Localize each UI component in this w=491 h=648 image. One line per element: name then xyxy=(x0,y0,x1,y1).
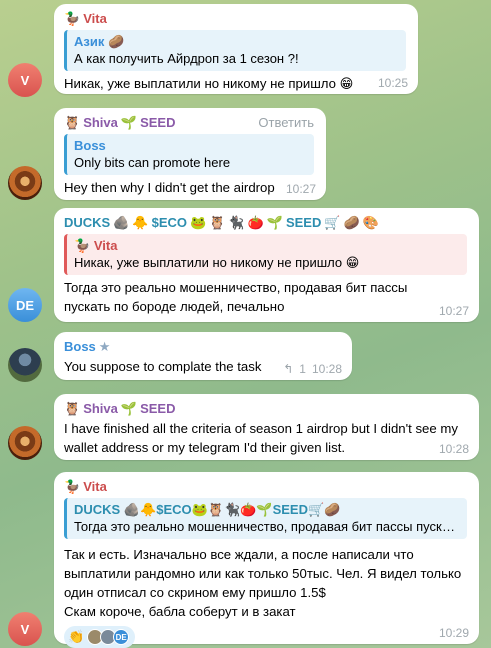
star-icon: ★ xyxy=(98,339,111,354)
rock-icon: 🪨 xyxy=(113,215,130,230)
reaction-avatar: DE xyxy=(113,629,130,645)
reaction-button[interactable]: 👏 DE xyxy=(64,626,136,648)
message-time: 10:28 xyxy=(311,362,342,376)
potato-icon: 🥔 xyxy=(324,502,341,517)
message-time: 10:29 xyxy=(438,626,469,640)
message-bubble[interactable]: Boss ★ You suppose to complate the task … xyxy=(54,332,352,380)
duck-icon: 🦆 xyxy=(64,11,81,26)
chick-icon: 🐥 xyxy=(132,215,149,230)
quote-author: DUCKS 🪨🐥$ECO🐸🦉🐈‍⬛🍅🌱SEED🛒🥔 xyxy=(74,502,341,517)
avatar[interactable] xyxy=(8,348,42,382)
message-bubble[interactable]: DUCKS 🪨 🐥 $ECO 🐸 🦉 🐈‍⬛ 🍅 🌱 SEED 🛒 🥔 🎨 🦆 … xyxy=(54,208,479,322)
owl-icon: 🦉 xyxy=(209,215,226,230)
message-text: Так и есть. Изначально все ждали, а посл… xyxy=(64,547,462,619)
sender-name[interactable]: 🦆 Vita xyxy=(64,478,467,495)
quote-author: Азик 🥔 xyxy=(74,34,125,49)
message-bubble[interactable]: 🦉 Shiva 🌱 SEED Ответить Boss Only bits c… xyxy=(54,108,326,200)
quote-text: Only bits can promote here xyxy=(74,155,231,170)
seedling-icon: 🌱 xyxy=(120,115,138,130)
cart-icon: 🛒 xyxy=(307,502,325,517)
reactions: 👏 DE xyxy=(64,626,467,648)
quote-text: А как получить Айрдроп за 1 сезон ?! xyxy=(74,51,299,66)
quote-text: Никак, уже выплатили но никому не пришло… xyxy=(74,255,360,270)
avatar[interactable]: V xyxy=(8,63,42,97)
cat-icon: 🐈‍⬛ xyxy=(224,502,241,517)
seedling-icon: 🌱 xyxy=(266,215,283,230)
seedling-icon: 🌱 xyxy=(256,502,273,517)
palette-icon: 🎨 xyxy=(362,215,379,230)
owl-icon: 🦉 xyxy=(207,502,225,517)
quote-text: Тогда это реально мошенничество, продава… xyxy=(74,519,459,534)
clap-icon: 👏 xyxy=(68,629,85,644)
quote-author: Boss xyxy=(74,138,106,153)
sender-name[interactable]: 🦆 Vita xyxy=(64,10,406,27)
tomato-icon: 🍅 xyxy=(240,502,257,517)
avatar[interactable] xyxy=(8,166,42,200)
owl-icon: 🦉 xyxy=(64,401,81,416)
seedling-icon: 🌱 xyxy=(120,401,138,416)
rock-icon: 🪨 xyxy=(123,502,141,517)
cart-icon: 🛒 xyxy=(324,215,341,230)
message-time: 10:27 xyxy=(438,304,469,318)
tomato-icon: 🍅 xyxy=(247,215,264,230)
reply-quote[interactable]: 🦆 Vita Никак, уже выплатили но никому не… xyxy=(64,234,467,275)
message-time: 10:25 xyxy=(377,76,408,90)
sender-name[interactable]: Boss ★ xyxy=(64,338,340,355)
frog-icon: 🐸 xyxy=(190,215,207,230)
message-text: I have finished all the criteria of seas… xyxy=(64,421,458,455)
avatar[interactable] xyxy=(8,426,42,460)
message-meta: ↰ 1 10:28 xyxy=(283,362,342,376)
avatar[interactable]: DE xyxy=(8,288,42,322)
message-bubble[interactable]: 🦆 Vita Азик 🥔 А как получить Айрдроп за … xyxy=(54,4,418,94)
message-time: 10:28 xyxy=(438,442,469,456)
message-time: 10:27 xyxy=(285,182,316,196)
owl-icon: 🦉 xyxy=(64,115,81,130)
potato-icon: 🥔 xyxy=(343,215,360,230)
message-bubble[interactable]: 🦆 Vita DUCKS 🪨🐥$ECO🐸🦉🐈‍⬛🍅🌱SEED🛒🥔 Тогда э… xyxy=(54,472,479,648)
reply-button[interactable]: Ответить xyxy=(258,115,314,130)
reply-arrow-icon: ↰ xyxy=(283,362,294,376)
reply-quote[interactable]: DUCKS 🪨🐥$ECO🐸🦉🐈‍⬛🍅🌱SEED🛒🥔 Тогда это реал… xyxy=(64,498,467,539)
cat-icon: 🐈‍⬛ xyxy=(228,215,245,230)
reply-quote[interactable]: Азик 🥔 А как получить Айрдроп за 1 сезон… xyxy=(64,30,406,71)
message-bubble[interactable]: 🦉 Shiva 🌱 SEED I have finished all the c… xyxy=(54,394,479,460)
duck-icon: 🦆 xyxy=(74,238,91,253)
reply-quote[interactable]: Boss Only bits can promote here xyxy=(64,134,314,175)
quote-author: 🦆 Vita xyxy=(74,238,118,253)
message-text: Тогда это реально мошенничество, продава… xyxy=(64,280,408,314)
sender-name[interactable]: DUCKS 🪨 🐥 $ECO 🐸 🦉 🐈‍⬛ 🍅 🌱 SEED 🛒 🥔 🎨 xyxy=(64,214,467,231)
chat-area[interactable]: 🦆 Vita Азик 🥔 А как получить Айрдроп за … xyxy=(0,0,491,648)
chick-icon: 🐥 xyxy=(140,502,157,517)
reply-count: 1 xyxy=(299,362,306,376)
sender-name[interactable]: 🦉 Shiva 🌱 SEED xyxy=(64,400,467,417)
duck-icon: 🦆 xyxy=(64,479,81,494)
message-text: Hey then why I didn't get the airdrop xyxy=(64,180,275,195)
frog-icon: 🐸 xyxy=(191,502,208,517)
avatar[interactable]: V xyxy=(8,612,42,646)
message-text: Никак, уже выплатили но никому не пришло… xyxy=(64,76,354,91)
